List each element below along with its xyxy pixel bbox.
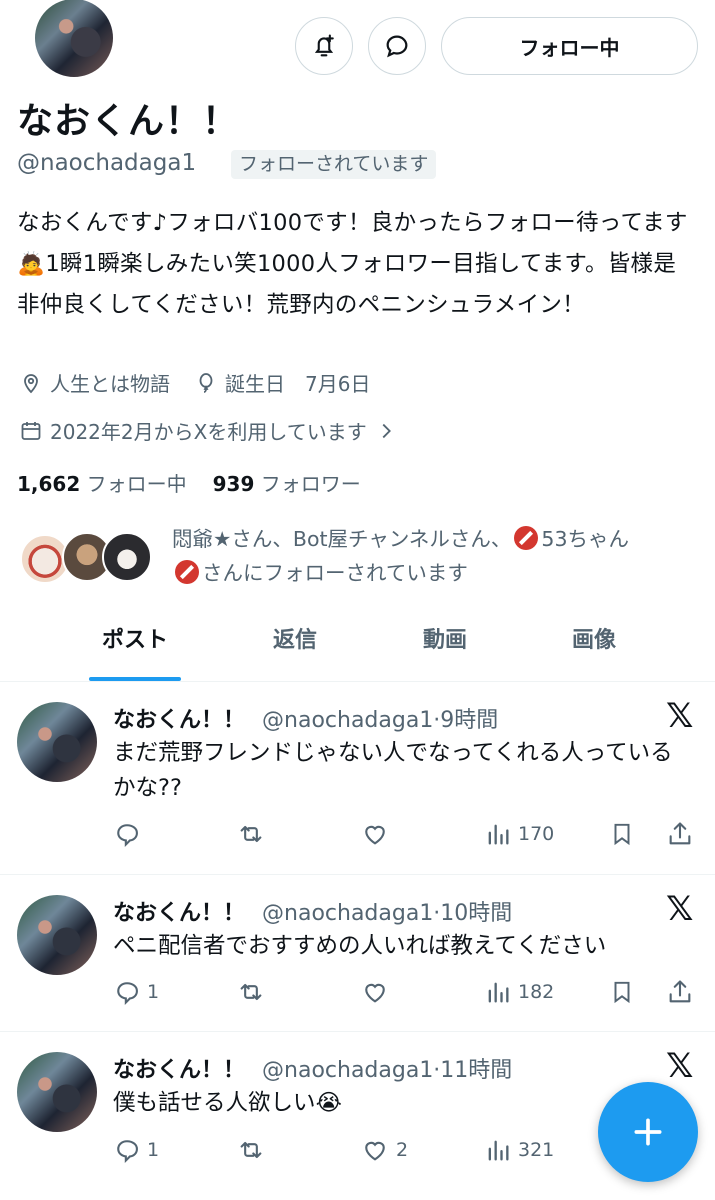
compose-button[interactable] bbox=[598, 1082, 698, 1182]
calendar-icon bbox=[21, 421, 41, 440]
like-button[interactable]: 2 bbox=[360, 1136, 408, 1164]
profile-avatar[interactable] bbox=[32, 0, 116, 80]
bookmark-icon bbox=[614, 981, 630, 1004]
balloon-icon bbox=[199, 372, 213, 393]
no-entry-icon bbox=[175, 560, 199, 584]
profile-joined-row: 2022年2月からXを利用しています bbox=[19, 416, 404, 445]
reply-button[interactable]: 1 bbox=[113, 978, 159, 1006]
like-icon bbox=[365, 983, 385, 1003]
like-button[interactable] bbox=[360, 978, 396, 1006]
message-button[interactable] bbox=[368, 17, 426, 75]
tweet-avatar[interactable] bbox=[17, 1052, 97, 1132]
repost-button[interactable] bbox=[236, 820, 272, 848]
tweet-author-name[interactable]: なおくん！！ bbox=[113, 708, 245, 733]
reply-button[interactable]: 1 bbox=[113, 1136, 159, 1164]
tweet-handle-time: @naochadaga1·9時間 bbox=[262, 708, 499, 733]
follower-avatar[interactable] bbox=[102, 532, 152, 582]
share-icon bbox=[669, 980, 691, 1003]
followed-by-part2: 53ちゃん bbox=[541, 527, 629, 551]
followers-link[interactable]: 939 フォロワー bbox=[213, 468, 361, 497]
tweet-header: なおくん！！ @naochadaga1·11時間 bbox=[113, 1052, 512, 1084]
view-count: 170 bbox=[518, 823, 555, 845]
tab-replies[interactable]: 返信 bbox=[220, 622, 370, 680]
repost-button[interactable] bbox=[236, 978, 272, 1006]
message-bubble-icon bbox=[386, 35, 408, 58]
followers-label: フォロワー bbox=[260, 472, 361, 496]
followed-by-text[interactable]: 悶爺★さん、Bot屋チャンネルさん、 53ちゃん さんにフォローされています bbox=[172, 522, 702, 590]
location-pin-icon bbox=[24, 373, 38, 393]
tweet-handle-time: @naochadaga1·11時間 bbox=[262, 1058, 513, 1083]
repost-icon bbox=[240, 825, 262, 843]
profile-meta-row: 人生とは物語 誕生日 7月6日 bbox=[19, 368, 370, 397]
tweet-handle-time: @naochadaga1·10時間 bbox=[262, 901, 513, 926]
reply-icon bbox=[117, 1140, 138, 1164]
reply-icon bbox=[117, 982, 138, 1006]
reply-count: 1 bbox=[147, 1139, 160, 1161]
repost-icon bbox=[240, 1141, 262, 1159]
share-icon bbox=[669, 822, 691, 845]
followed-by-part1: 悶爺★さん、Bot屋チャンネルさん、 bbox=[172, 527, 512, 551]
chevron-right-icon[interactable] bbox=[375, 420, 397, 442]
followed-by-part3: さんにフォローされています bbox=[202, 561, 468, 585]
tweet-header: なおくん！！ @naochadaga1·10時間 bbox=[113, 895, 512, 927]
x-logo-icon: 𝕏 bbox=[666, 696, 694, 736]
reply-count: 1 bbox=[147, 981, 160, 1003]
repost-button[interactable] bbox=[236, 1136, 272, 1164]
tab-images[interactable]: 画像 bbox=[519, 622, 669, 680]
views-icon bbox=[488, 982, 509, 1003]
tab-videos[interactable]: 動画 bbox=[370, 622, 520, 680]
like-icon bbox=[365, 1141, 385, 1161]
follow-counts: 1,662 フォロー中 939 フォロワー bbox=[17, 468, 361, 497]
compose-plus-icon bbox=[634, 1118, 662, 1146]
following-button[interactable]: フォロー中 bbox=[441, 17, 698, 75]
bookmark-icon bbox=[614, 823, 630, 846]
profile-location: 人生とは物語 bbox=[50, 372, 170, 396]
tweet-author-name[interactable]: なおくん！！ bbox=[113, 1058, 245, 1083]
like-count: 2 bbox=[396, 1139, 409, 1161]
reply-button[interactable] bbox=[113, 820, 147, 848]
views-button[interactable]: 182 bbox=[484, 978, 554, 1006]
views-button[interactable]: 170 bbox=[484, 820, 554, 848]
profile-handle: @naochadaga1 bbox=[17, 150, 197, 176]
bookmark-button[interactable] bbox=[609, 978, 641, 1006]
share-button[interactable] bbox=[666, 978, 700, 1006]
following-label: フォロー中 bbox=[86, 472, 187, 496]
tweet-header: なおくん！！ @naochadaga1·9時間 bbox=[113, 702, 498, 734]
x-logo-icon: 𝕏 bbox=[666, 1046, 694, 1086]
bookmark-button[interactable] bbox=[609, 820, 641, 848]
tweet-text: ペニ配信者でおすすめの人いれば教えてください bbox=[113, 933, 607, 959]
followers-count: 939 bbox=[212, 472, 255, 496]
tweet-avatar[interactable] bbox=[17, 702, 97, 782]
profile-birthday: 誕生日 7月6日 bbox=[225, 372, 371, 396]
no-entry-icon bbox=[514, 526, 539, 550]
tweet-text: まだ荒野フレンドじゃない人でなってくれる人っているかな?? bbox=[113, 740, 673, 801]
x-logo-icon: 𝕏 bbox=[666, 889, 694, 929]
views-button[interactable]: 321 bbox=[484, 1136, 554, 1164]
tweet-text: 僕も話せる人欲しい😭 bbox=[113, 1090, 342, 1116]
view-count: 321 bbox=[518, 1139, 555, 1161]
like-icon bbox=[365, 825, 385, 845]
profile-bio: なおくんです♪フォロバ100です！良かったらフォロー待ってます🙇1瞬1瞬楽しみた… bbox=[17, 210, 688, 318]
tweet-avatar[interactable] bbox=[17, 895, 97, 975]
profile-joined: 2022年2月からXを利用しています bbox=[50, 420, 367, 444]
notification-bell-plus-icon bbox=[314, 34, 334, 57]
tweet-author-name[interactable]: なおくん！！ bbox=[113, 901, 245, 926]
views-icon bbox=[488, 1140, 509, 1161]
tweet[interactable]: なおくん！！ @naochadaga1·10時間 𝕏 ペニ配信者でおすすめの人い… bbox=[0, 875, 715, 1031]
like-button[interactable] bbox=[360, 820, 396, 848]
following-count: 1,662 bbox=[17, 472, 81, 496]
reply-icon bbox=[117, 824, 138, 848]
repost-icon bbox=[240, 983, 262, 1001]
views-icon bbox=[488, 824, 509, 845]
share-button[interactable] bbox=[666, 820, 700, 848]
follows-you-badge: フォローされています bbox=[231, 150, 437, 179]
view-count: 182 bbox=[518, 981, 555, 1003]
profile-display-name: なおくん！！ bbox=[17, 101, 240, 142]
tab-posts[interactable]: ポスト bbox=[60, 622, 210, 680]
following-link[interactable]: 1,662 フォロー中 bbox=[17, 468, 187, 497]
notification-button[interactable] bbox=[295, 17, 353, 75]
tweet[interactable]: なおくん！！ @naochadaga1·9時間 𝕏 まだ荒野フレンドじゃない人で… bbox=[0, 682, 715, 874]
